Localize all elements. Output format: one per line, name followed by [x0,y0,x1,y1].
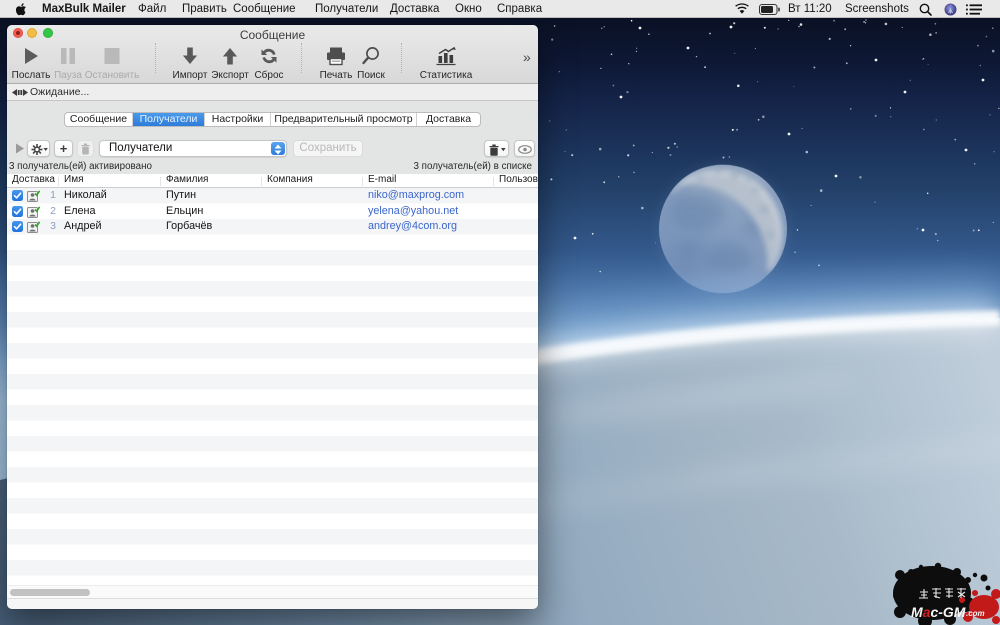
svg-text:.com: .com [966,609,985,618]
svg-text:Mac-GM: Mac-GM [911,604,966,620]
